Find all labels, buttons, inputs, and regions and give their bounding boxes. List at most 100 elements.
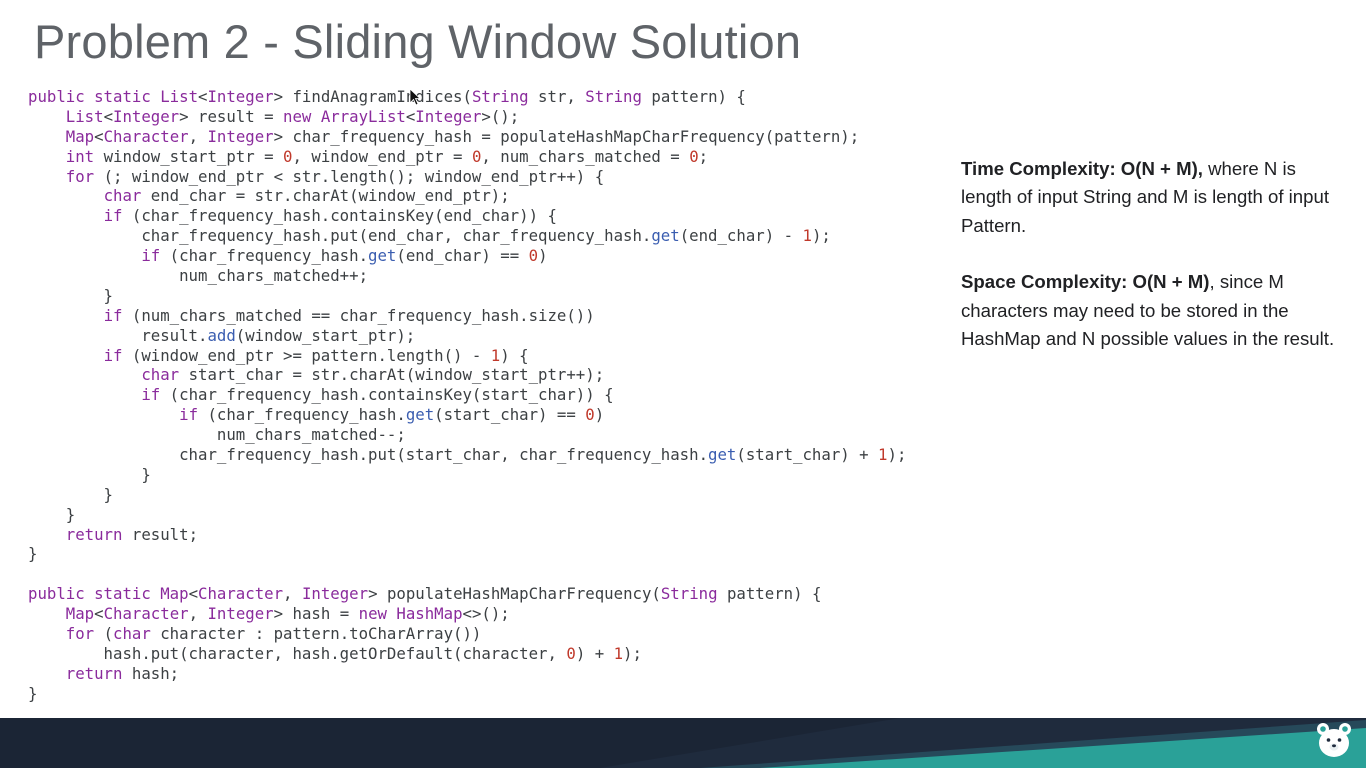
code-token: String: [585, 87, 642, 106]
code-line: Map<Character, Integer> hash = new HashM…: [28, 604, 906, 624]
code-line: if (char_frequency_hash.containsKey(end_…: [28, 206, 906, 226]
code-token: return: [65, 524, 123, 544]
code-token: char: [113, 624, 151, 644]
time-complexity-label: Time Complexity: O(N + M),: [961, 158, 1203, 179]
code-token: Integer: [207, 604, 274, 624]
code-token: if: [103, 345, 123, 365]
code-token: (start_char) ==: [434, 405, 586, 425]
slide-title: Problem 2 - Sliding Window Solution: [34, 15, 802, 68]
code-line: }: [28, 465, 906, 485]
code-token: new: [283, 106, 321, 126]
code-token: Integer: [207, 126, 274, 146]
code-token: }: [28, 285, 114, 305]
code-token: if: [103, 206, 123, 226]
code-token: hash;: [122, 663, 180, 683]
code-token: Character: [103, 604, 189, 624]
code-token: new: [358, 604, 397, 624]
code-token: 0: [528, 246, 539, 266]
code-line: }: [28, 485, 906, 505]
code-token: if: [179, 405, 199, 425]
code-token: public static: [28, 584, 161, 604]
mouse-pointer-icon: [409, 88, 421, 106]
code-token: public static: [28, 87, 161, 106]
code-token: <: [94, 604, 104, 624]
code-token: }: [28, 464, 151, 484]
code-line: char start_char = str.charAt(window_star…: [28, 365, 906, 385]
code-token: ) {: [500, 345, 529, 365]
code-token: char: [141, 365, 180, 385]
code-line: char_frequency_hash.put(end_char, char_f…: [28, 226, 906, 246]
code-token: get: [368, 246, 397, 266]
code-token: (char_frequency_hash.: [198, 405, 406, 425]
code-line: }: [28, 684, 906, 704]
code-token: (num_chars_matched == char_frequency_has…: [122, 305, 595, 325]
bear-logo-icon: [1317, 723, 1351, 757]
code-token: }: [28, 544, 38, 564]
code-token: > hash =: [273, 604, 359, 624]
code-token: add: [207, 325, 236, 345]
code-token: (end_char) -: [679, 226, 803, 246]
space-complexity-note: Space Complexity: O(N + M), since M char…: [961, 268, 1346, 353]
code-token: Integer: [301, 584, 369, 604]
code-token: );: [887, 445, 907, 465]
code-token: <>();: [462, 604, 510, 624]
code-token: pattern) {: [717, 584, 822, 604]
code-line: for (char character : pattern.toCharArra…: [28, 624, 906, 644]
code-line: num_chars_matched--;: [28, 425, 906, 445]
code-token: ): [594, 405, 605, 425]
code-line: char_frequency_hash.put(start_char, char…: [28, 445, 906, 465]
code-token: 1: [490, 345, 501, 365]
code-token: 1: [802, 226, 812, 246]
code-line: List<Integer> result = new ArrayList<Int…: [28, 107, 906, 127]
code-token: ,: [188, 126, 208, 146]
code-token: result.: [28, 325, 208, 345]
code-token: ): [538, 246, 548, 266]
code-token: , window_end_ptr =: [292, 146, 472, 166]
code-line: }: [28, 286, 906, 306]
code-line: Map<Character, Integer> char_frequency_h…: [28, 127, 906, 147]
code-line: char end_char = str.charAt(window_end_pt…: [28, 186, 906, 206]
code-token: (char_frequency_hash.containsKey(start_c…: [160, 385, 614, 405]
code-token: char: [103, 186, 142, 206]
code-token: (window_end_ptr >= pattern.length() -: [122, 345, 491, 365]
code-token: 0: [471, 146, 482, 166]
code-token: 1: [878, 445, 888, 465]
code-token: Integer: [415, 106, 482, 126]
code-token: (: [94, 624, 114, 644]
code-token: 1: [613, 643, 624, 663]
space-complexity-label: Space Complexity: O(N + M): [961, 271, 1210, 293]
code-token: List: [65, 106, 104, 126]
code-line: if (char_frequency_hash.containsKey(star…: [28, 385, 906, 405]
code-token: }: [28, 484, 114, 504]
code-line: public static Map<Character, Integer> po…: [28, 584, 906, 604]
code-block: public static List<Integer> findAnagramI…: [28, 87, 906, 704]
code-token: ,: [283, 584, 302, 604]
code-token: if: [141, 246, 161, 266]
code-token: for: [65, 166, 95, 186]
code-token: HashMap: [396, 604, 463, 624]
code-token: <: [94, 126, 104, 146]
code-token: );: [811, 226, 831, 246]
code-token: String: [660, 584, 718, 604]
code-token: num_chars_matched++;: [28, 266, 369, 286]
code-line: public static List<Integer> findAnagramI…: [28, 87, 906, 107]
code-token: char_frequency_hash.put(end_char, char_f…: [28, 226, 652, 246]
footer-banner: [0, 718, 1366, 768]
code-token: end_char = str.charAt(window_end_ptr);: [141, 186, 510, 206]
code-token: window_start_ptr =: [94, 146, 284, 166]
code-token: ) +: [575, 643, 614, 663]
code-token: > populateHashMapCharFrequency(: [368, 584, 661, 604]
code-token: if: [141, 385, 161, 405]
